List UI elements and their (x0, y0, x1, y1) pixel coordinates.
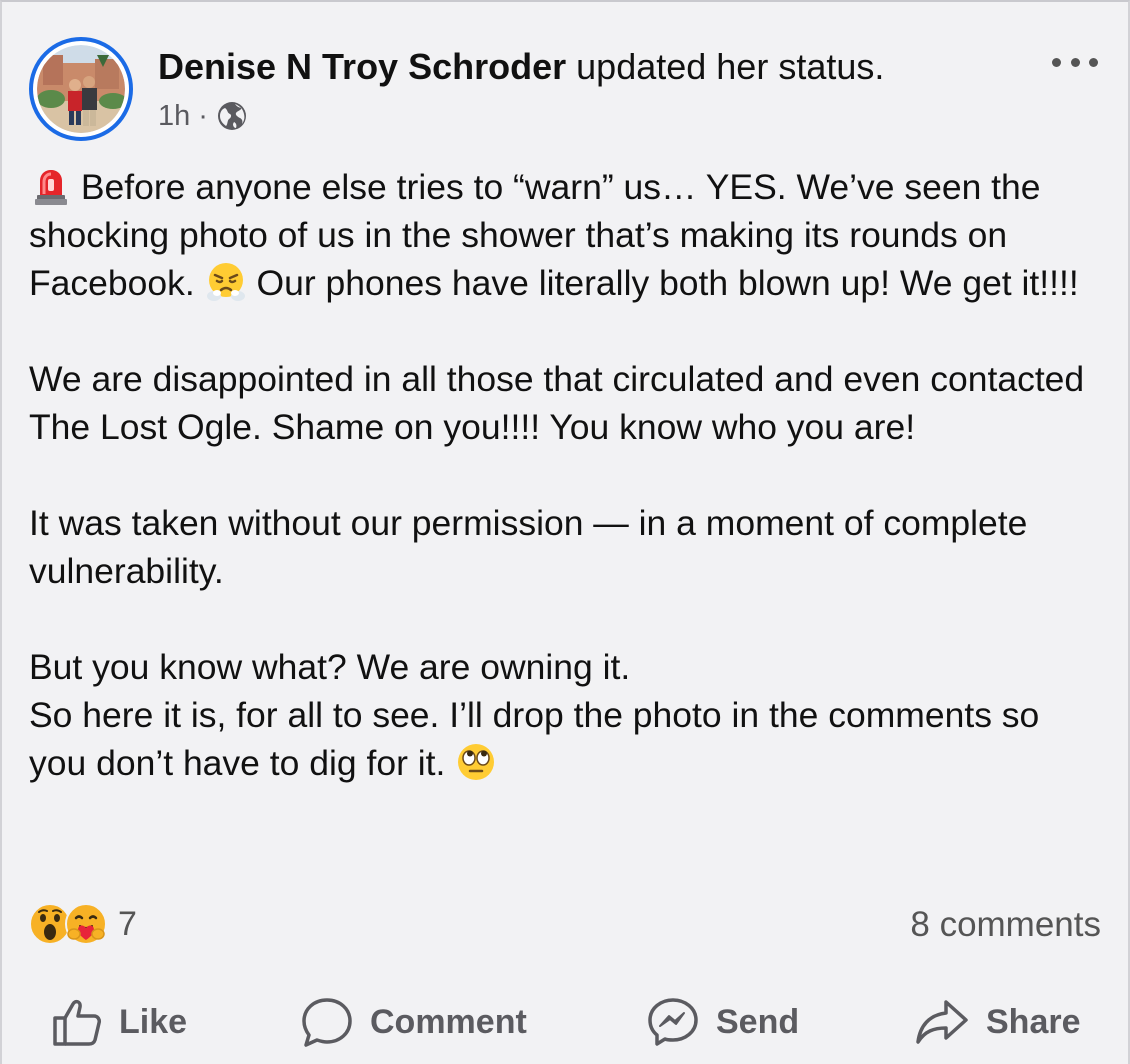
like-label: Like (119, 1002, 188, 1041)
more-dot (1052, 57, 1061, 67)
comments-count-link[interactable]: 8 comments (910, 905, 1101, 945)
post-timestamp[interactable]: 1h (158, 100, 190, 133)
care-icon (65, 903, 107, 945)
more-dot (1070, 57, 1080, 67)
eye-roll-emoji (458, 744, 495, 780)
globe-icon (217, 102, 246, 130)
comment-button[interactable]: Comment (300, 990, 527, 1054)
send-label: Send (716, 1002, 800, 1041)
send-button[interactable]: Send (646, 990, 799, 1054)
more-dot (1089, 57, 1098, 67)
body-paragraph-4b: So here it is, for all to see. I’ll drop… (29, 691, 1104, 787)
post-body: Before anyone else tries to “warn” us… Y… (29, 163, 1104, 787)
thumbs-up-icon (53, 999, 101, 1046)
reaction-count: 7 (118, 904, 137, 943)
post-header: Denise N Troy Schroder updated her statu… (158, 46, 884, 88)
author-action: updated her status. (576, 46, 885, 87)
body-paragraph-3: It was taken without our permission — in… (29, 503, 1028, 591)
steam-face-emoji (206, 263, 245, 301)
police-light-emoji (35, 170, 67, 205)
messenger-icon (648, 998, 698, 1046)
share-button[interactable]: Share (914, 990, 1081, 1054)
meta-separator: · (198, 99, 208, 132)
share-arrow-icon (916, 1000, 968, 1044)
avatar-photo (37, 45, 125, 133)
reaction-summary[interactable]: 7 (28, 902, 137, 946)
body-paragraph-2: We are disappointed in all those that ci… (29, 359, 1085, 447)
comment-icon (302, 998, 352, 1047)
post-meta: 1h · (158, 98, 248, 134)
like-button[interactable]: Like (51, 990, 187, 1054)
body-paragraph-4a: But you know what? We are owning it. (29, 647, 631, 687)
body-text-1b: Our phones have literally both blown up!… (256, 263, 1079, 303)
body-paragraph-1: Before anyone else tries to “warn” us… Y… (29, 163, 1104, 307)
action-bar: Like Comment Send Share (2, 990, 1128, 1054)
more-options-button[interactable] (1052, 50, 1098, 74)
avatar[interactable] (29, 37, 133, 141)
body-text-4b: So here it is, for all to see. I’ll drop… (29, 695, 1040, 783)
share-label: Share (986, 1002, 1081, 1041)
author-name[interactable]: Denise N Troy Schroder (158, 46, 566, 87)
comment-label: Comment (370, 1002, 527, 1041)
status-post: Denise N Troy Schroder updated her statu… (0, 0, 1130, 1064)
